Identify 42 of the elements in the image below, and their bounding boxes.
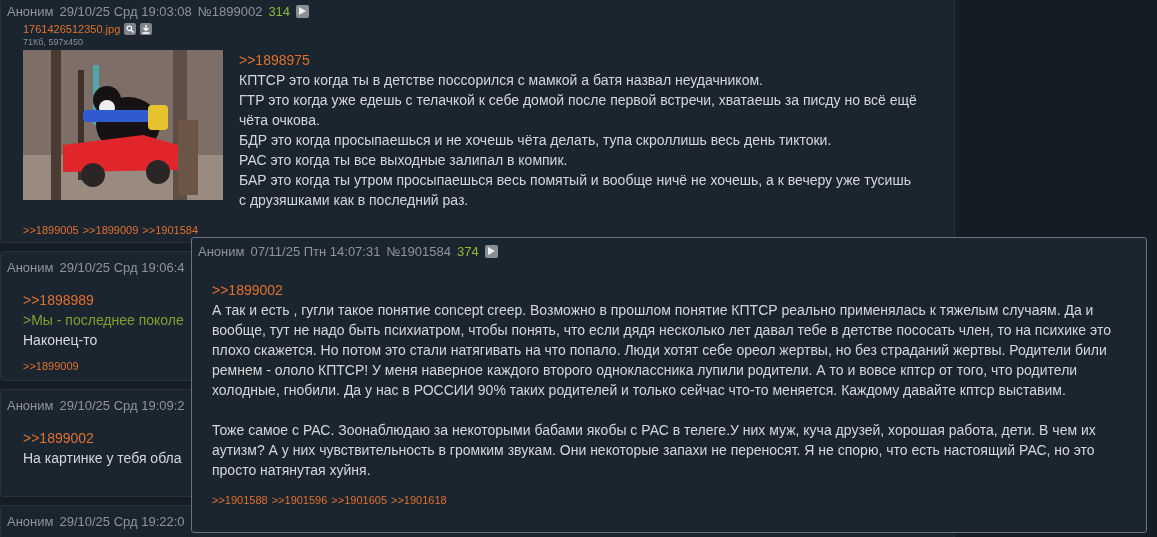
reply-link[interactable]: >>1901588 [212, 494, 268, 506]
quote-text: >Мы - последнее поколе [23, 311, 184, 330]
reply-link[interactable]: >>1899009 [82, 224, 139, 236]
post-text: БАР это когда ты утром просыпаешься весь помятый и вообще ничё не хочешь, а к вечеру уже тусишь с друзяшками как в последний раз. [239, 171, 912, 210]
post-text: Тоже самое с РАС. Зоонаблюдаю за некоторыми бабами якобы с РАС в телеге.У них муж, куча друзей, хорошая работа, дети. В чем их аутизм? А у них чувствительность в громким звукам. Они некоторые запахи не переносят. Я не спорю, что есть настоящий РАС, но это просто натянутая хуйня. [212, 421, 1097, 480]
post-text: А так и есть , гугли такое понятие concept creep. Возможно в прошлом понятие КПТСР реально применялась к тяжелым случаям. Да и вообще, тут не надо быть психиатром, чтобы понять, что если дядя несколько лет давал тебе в детстве пососать член, то на психике это плохо скажется. Но потом это стали натягивать на что попало. Люди хотят себе ореол жертвы, но без страданий жертвы. Родители били ремнем - ололо КПТСР! У меня наверное каждого второго одноклассника лупили родители. А то и вовсе кптср от того, что родители холодные, гнобили. Да у нас в РОССИИ 90% таких родителей и только сейчас что-то меняется. Каждому давайте кптср выставим. [212, 301, 1112, 400]
post-date: 29/10/25 Срд 19:06:4 [59, 259, 185, 275]
search-icon[interactable] [124, 23, 137, 35]
post-date: 07/11/25 Птн 14:07:31 [250, 243, 381, 259]
post-number[interactable]: №1901584 [386, 243, 451, 259]
post-text: На картинке у тебя обла [23, 449, 182, 468]
post-date: 29/10/25 Срд 19:22:0 [59, 513, 185, 529]
post-date: 29/10/25 Срд 19:09:2 [59, 397, 185, 413]
reply-link[interactable]: >>1899002 [212, 280, 283, 300]
file-info: 71Кб, 597x450 [23, 37, 84, 47]
reply-link[interactable]: >>1901605 [331, 494, 387, 506]
post-score: 374 [457, 243, 479, 259]
author-name: Аноним [7, 259, 54, 275]
post-text: КПТСР это когда ты в детстве поссорился с мамкой а батя назвал неудачником. [239, 71, 764, 90]
reply-link[interactable]: >>1901618 [391, 494, 447, 506]
post-date: 29/10/25 Срд 19:03:08 [59, 3, 192, 19]
reply-link[interactable]: >>1899005 [23, 224, 79, 236]
author-name: Аноним [7, 3, 54, 19]
post-text: Наконец-то [23, 331, 98, 350]
download-icon[interactable] [140, 23, 153, 35]
post-text: БДР это когда просыпаешься и не хочешь чёта делать, тупа скроллишь весь день тиктоки. [239, 131, 833, 150]
author-name: Аноним [7, 513, 54, 529]
play-button[interactable] [484, 244, 498, 258]
reply-link[interactable]: >>1898975 [239, 50, 310, 70]
author-name: Аноним [198, 243, 245, 259]
author-name: Аноним [7, 397, 54, 413]
reply-link[interactable]: >>1899009 [23, 360, 79, 372]
reply-link[interactable]: >>1901584 [142, 224, 198, 236]
post-text: РАС это когда ты все выходные залипал в компик. [239, 151, 569, 170]
reply-link[interactable]: >>1898989 [23, 290, 94, 310]
play-button[interactable] [296, 4, 310, 18]
post-number[interactable]: №1899002 [197, 3, 263, 19]
reply-link[interactable]: >>1901596 [271, 494, 328, 506]
file-name-link[interactable]: 1761426512350.jpg [23, 23, 121, 35]
post-text: ГТР это когда уже едешь с телачкой к себе домой после первой встречи, хватаешь за писду но всё ещё чёта очкова. [239, 91, 918, 130]
post-score: 314 [268, 3, 291, 19]
reply-link[interactable]: >>1899002 [23, 428, 94, 448]
